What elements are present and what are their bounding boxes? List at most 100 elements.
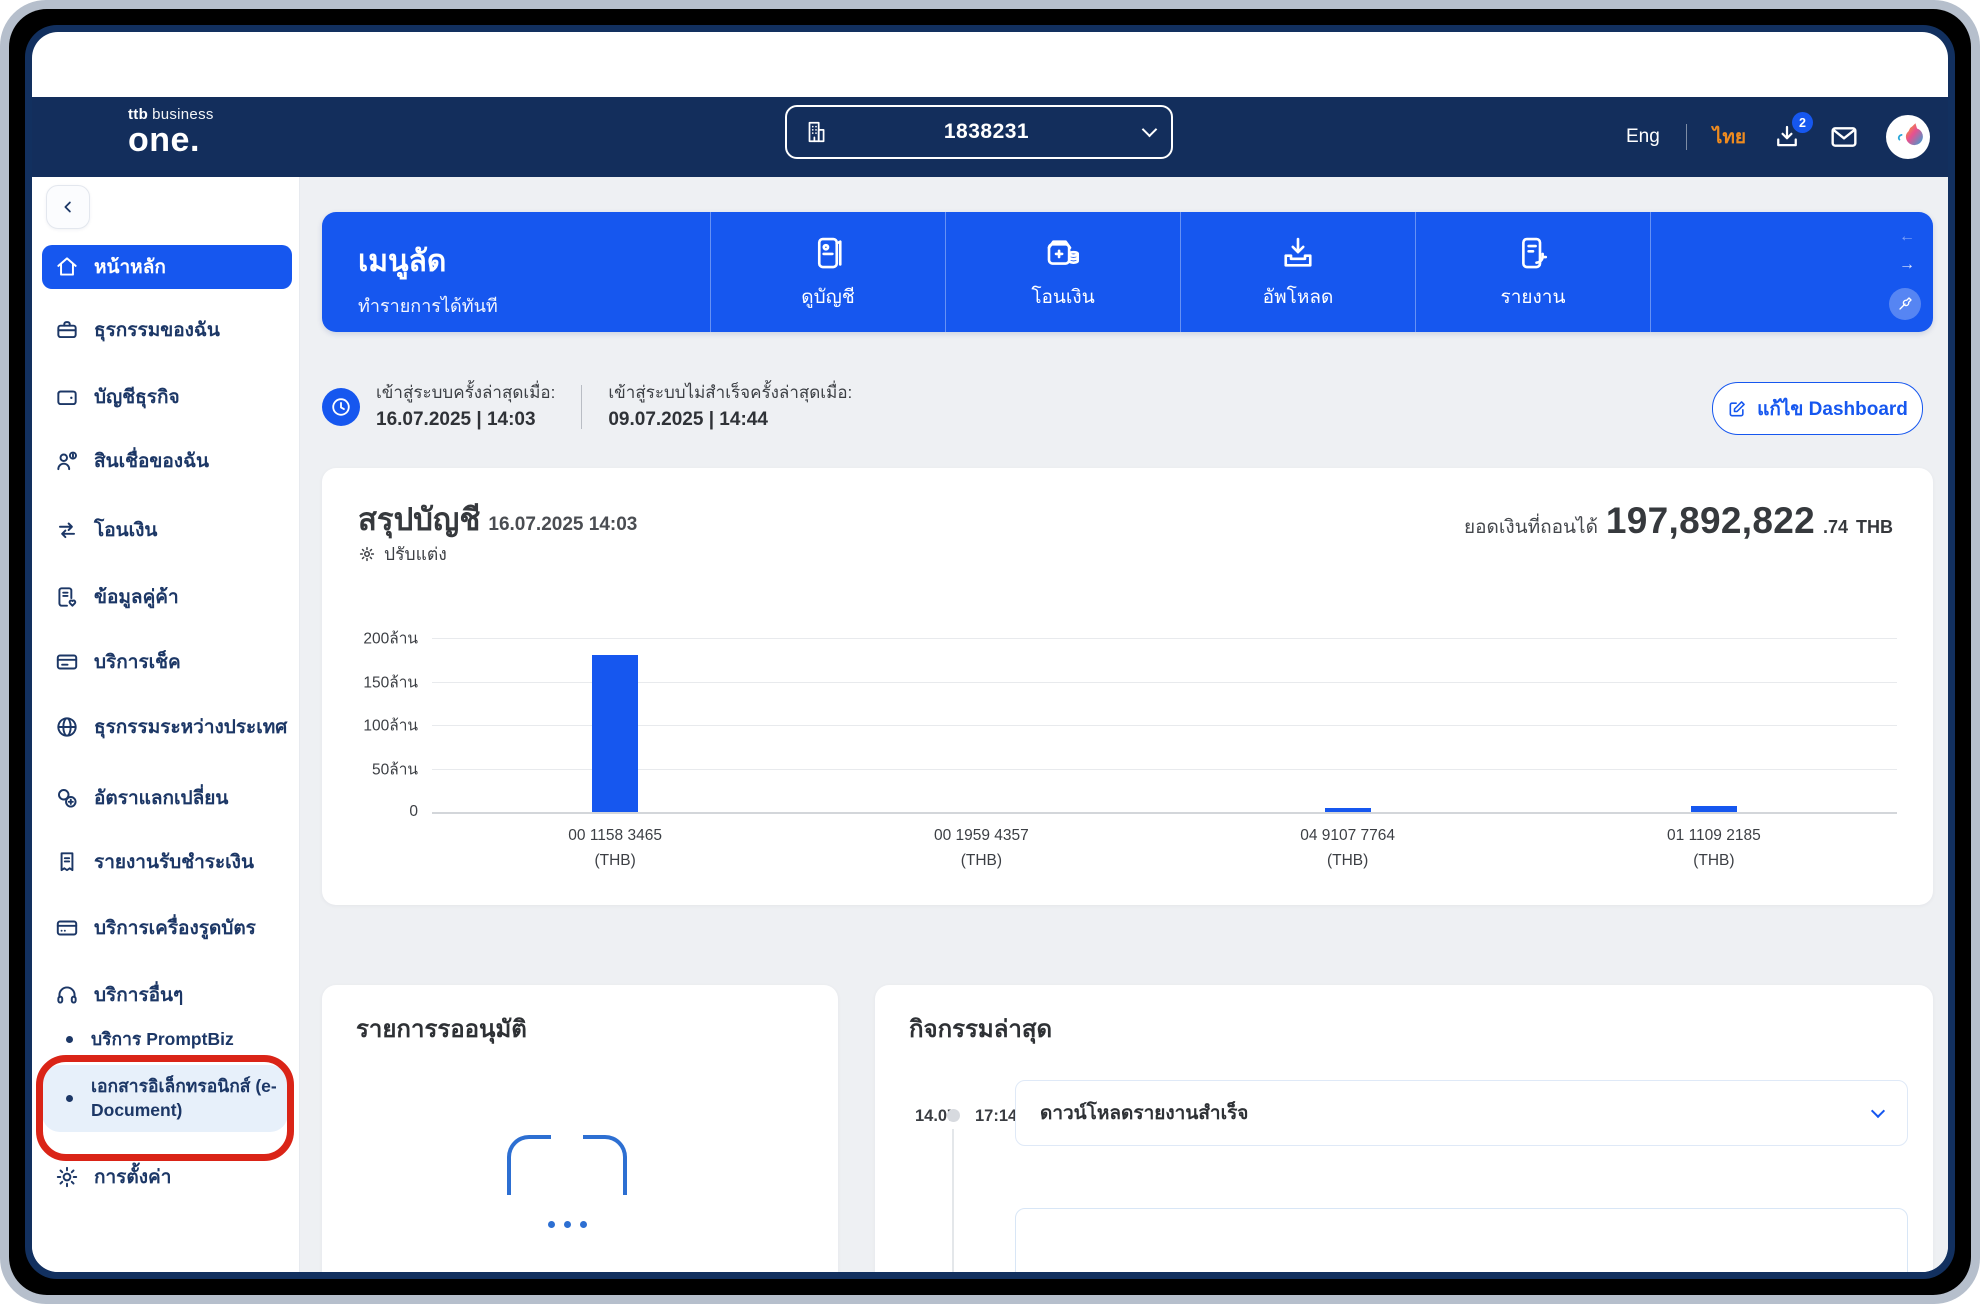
activity-text: ดาวน์โหลดรายงานสำเร็จ — [1040, 1098, 1873, 1128]
user-avatar[interactable] — [1886, 115, 1930, 159]
quick-view-accounts-button[interactable]: ดูบัญชี — [710, 212, 945, 332]
last-failed-login-block: เข้าสู่ระบบไม่สำเร็จครั้งล่าสุดเมื่อ: 09… — [608, 381, 852, 433]
gridline — [432, 725, 1897, 726]
sidebar-item-label: บริการเครื่องรูดบัตร — [94, 913, 256, 943]
account-summary-card: สรุปบัญชี 16.07.2025 14:03 ปรับแต่ง ยอดเ… — [322, 468, 1933, 905]
last-failed-login-label: เข้าสู่ระบบไม่สำเร็จครั้งล่าสุดเมื่อ: — [608, 381, 852, 406]
sidebar-item-exchange-rate[interactable]: อัตราแลกเปลี่ยน — [42, 776, 292, 820]
chevron-down-icon — [1871, 1104, 1885, 1118]
quick-menu-title: เมนูลัด — [358, 238, 710, 285]
sidebar-item-label: สินเชื่อของฉัน — [94, 446, 209, 476]
x-tick-label: 00 1959 4357(THB) — [934, 824, 1029, 874]
quick-transfer-button[interactable]: โอนเงิน — [945, 212, 1180, 332]
quick-report-button[interactable]: รายงาน — [1415, 212, 1650, 332]
x-tick-label: 01 1109 2185(THB) — [1667, 824, 1761, 874]
building-icon — [803, 119, 829, 145]
sidebar-item-card-machine[interactable]: บริการเครื่องรูดบัตร — [42, 906, 292, 950]
download-count-badge: 2 — [1792, 112, 1813, 133]
timeline-dot — [947, 1109, 960, 1122]
sidebar-item-other-services[interactable]: บริการอื่นๆ — [42, 973, 292, 1017]
download-icon-button[interactable]: 2 — [1772, 122, 1802, 152]
wallet-icon — [54, 384, 80, 410]
customize-summary-button[interactable]: ปรับแต่ง — [358, 540, 447, 568]
header-actions: Eng ไทย 2 — [1626, 97, 1930, 177]
cheque-icon — [54, 649, 80, 675]
brand-business: business — [152, 106, 214, 123]
recent-activity-card: กิจกรรมล่าสุด 14.07 17:14 ดาวน์โหลดรายงา… — [875, 985, 1933, 1272]
carousel-prev-icon[interactable]: ← — [1899, 228, 1915, 246]
company-id: 1838231 — [829, 120, 1144, 144]
quick-item-label: รายงาน — [1501, 282, 1566, 312]
sidebar-collapse-button[interactable] — [46, 185, 90, 229]
gridline — [432, 812, 1897, 814]
x-tick-label: 00 1158 3465(THB) — [568, 824, 662, 874]
quick-menu: เมนูลัด ทำรายการได้ทันที ดูบัญชี โอนเงิน — [322, 212, 1933, 332]
headphones-icon — [54, 982, 80, 1008]
quick-item-label: ดูบัญชี — [801, 282, 854, 312]
sidebar-item-payment-report[interactable]: รายงานรับชำระเงิน — [42, 840, 292, 884]
company-selector[interactable]: 1838231 — [785, 105, 1173, 159]
chart-y-axis: 200ล้าน150ล้าน100ล้าน50ล้าน0 — [342, 638, 418, 812]
last-login-block: เข้าสู่ระบบครั้งล่าสุดเมื่อ: 16.07.2025 … — [376, 381, 555, 433]
edit-dashboard-label: แก้ไข Dashboard — [1757, 394, 1908, 424]
sidebar-item-international[interactable]: ธุรกรรมระหว่างประเทศ — [42, 705, 292, 749]
gridline — [432, 638, 1897, 639]
sidebar-item-label: ธุรกรรมของฉัน — [94, 315, 220, 345]
summary-timestamp: 16.07.2025 14:03 — [488, 514, 637, 536]
sidebar-subitem-promptbiz[interactable]: บริการ PromptBiz — [42, 1019, 292, 1059]
sidebar-item-partner-info[interactable]: ข้อมูลคู่ค้า — [42, 575, 292, 619]
y-tick-label: 150ล้าน — [363, 669, 418, 694]
chart-bar — [1691, 806, 1737, 812]
quick-upload-button[interactable]: อัพโหลด — [1180, 212, 1415, 332]
timeline-line — [952, 1129, 954, 1272]
balance-amount: 197,892,822 — [1606, 500, 1815, 542]
recent-activity-title: กิจกรรมล่าสุด — [909, 1009, 1052, 1048]
x-tick-label: 04 9107 7764(THB) — [1300, 824, 1395, 874]
sidebar-item-label: บัญชีธุรกิจ — [94, 382, 180, 412]
sidebar-item-settings[interactable]: การตั้งค่า — [42, 1155, 292, 1199]
chart-bar — [1325, 808, 1371, 812]
customize-quickmenu-button[interactable] — [1889, 288, 1921, 320]
last-login-label: เข้าสู่ระบบครั้งล่าสุดเมื่อ: — [376, 381, 555, 406]
sidebar-item-cheque-service[interactable]: บริการเช็ค — [42, 640, 292, 684]
empty-state-illustration — [507, 1135, 627, 1255]
bullet-icon — [66, 1036, 73, 1043]
sidebar-item-home[interactable]: หน้าหลัก — [42, 245, 292, 289]
app-header: ttbbusiness one. 1838231 Eng ไทย — [32, 97, 1948, 177]
quick-menu-side-controls: ← → — [1881, 212, 1933, 332]
activity-entry-partial[interactable] — [1015, 1208, 1908, 1272]
chart-bar — [592, 655, 638, 812]
sidebar-item-my-loans[interactable]: สินเชื่อของฉัน — [42, 439, 292, 483]
bullet-icon — [66, 1095, 73, 1102]
y-tick-label: 50ล้าน — [372, 756, 418, 781]
sidebar-subitem-edocument[interactable]: เอกสารอิเล็กทรอนิกส์ (e-Document) — [42, 1065, 288, 1132]
sidebar-item-transfer[interactable]: โอนเงิน — [42, 508, 292, 552]
carousel-next-icon[interactable]: → — [1899, 256, 1915, 274]
withdrawable-balance: ยอดเงินที่ถอนได้ 197,892,822.74 THB — [1464, 500, 1893, 542]
gridline — [432, 682, 1897, 683]
pending-approvals-card: รายการรออนุมัติ — [322, 985, 838, 1272]
activity-time: 17:14 — [975, 1107, 1017, 1126]
receipt-icon — [54, 849, 80, 875]
sidebar-item-label: โอนเงิน — [94, 515, 157, 545]
login-info-row: เข้าสู่ระบบครั้งล่าสุดเมื่อ: 16.07.2025 … — [322, 377, 852, 437]
activity-entry[interactable]: ดาวน์โหลดรายงานสำเร็จ — [1015, 1080, 1908, 1146]
lang-eng-button[interactable]: Eng — [1626, 126, 1660, 148]
brand-logo: ttbbusiness one. — [128, 107, 214, 157]
wallet-coins-icon — [1042, 232, 1084, 274]
balance-label: ยอดเงินที่ถอนได้ — [1464, 512, 1598, 542]
quick-menu-title-cell: เมนูลัด ทำรายการได้ทันที — [322, 212, 710, 332]
sidebar-item-business-accounts[interactable]: บัญชีธุรกิจ — [42, 375, 292, 419]
quick-empty-cell — [1650, 212, 1881, 332]
briefcase-icon — [54, 317, 80, 343]
edit-dashboard-button[interactable]: แก้ไข Dashboard — [1712, 382, 1923, 435]
chart-x-axis: 00 1158 3465(THB) 00 1959 4357(THB) 04 910… — [432, 824, 1897, 878]
lang-thai-button[interactable]: ไทย — [1713, 122, 1746, 152]
sidebar-item-my-transactions[interactable]: ธุรกรรมของฉัน — [42, 308, 292, 352]
sidebar-item-label: ข้อมูลคู่ค้า — [94, 582, 179, 612]
y-tick-label: 100ล้าน — [363, 713, 418, 738]
coins-exchange-icon — [54, 785, 80, 811]
sidebar-item-label: หน้าหลัก — [94, 252, 166, 282]
mail-icon-button[interactable] — [1828, 121, 1860, 153]
upload-tray-icon — [1277, 232, 1319, 274]
